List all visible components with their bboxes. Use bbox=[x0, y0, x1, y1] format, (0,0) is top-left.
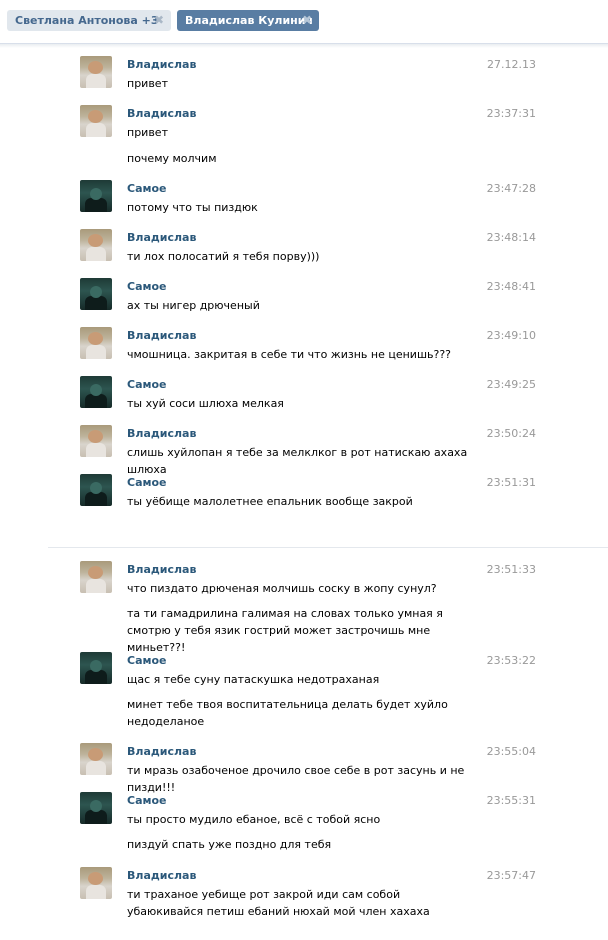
message-time[interactable]: 23:55:04 bbox=[487, 745, 536, 758]
message-author[interactable]: Самое bbox=[127, 378, 167, 391]
avatar[interactable] bbox=[80, 278, 112, 310]
close-icon[interactable]: ✖ bbox=[154, 10, 164, 31]
message-time[interactable]: 27.12.13 bbox=[487, 58, 536, 71]
message-time[interactable]: 23:51:31 bbox=[487, 476, 536, 489]
message-text: ти мразь озабоченое дрочило свое себе в … bbox=[127, 764, 465, 794]
avatar[interactable] bbox=[80, 376, 112, 408]
message-text: слишь хуйлопан я тебе за мелклког в рот … bbox=[127, 446, 468, 476]
avatar[interactable] bbox=[80, 792, 112, 824]
avatar[interactable] bbox=[80, 180, 112, 212]
message-text: ти траханое уебище рот закрой иди сам со… bbox=[127, 888, 430, 918]
tab-label: Светлана Антонова +3 bbox=[15, 14, 159, 27]
message-text: пиздуй спать уже поздно для тебя bbox=[127, 838, 332, 851]
message-text: что пиздато дрюченая молчишь соску в жоп… bbox=[127, 582, 437, 595]
message-time[interactable]: 23:55:31 bbox=[487, 794, 536, 807]
message-time[interactable]: 23:49:25 bbox=[487, 378, 536, 391]
tab-label: Владислав Кулинич bbox=[185, 14, 314, 27]
message-author[interactable]: Самое bbox=[127, 476, 167, 489]
avatar[interactable] bbox=[80, 425, 112, 457]
message-text: ты просто мудило ебаное, всё с тобой ясн… bbox=[127, 813, 381, 826]
avatar[interactable] bbox=[80, 105, 112, 137]
message-author[interactable]: Владислав bbox=[127, 107, 196, 120]
message-text: ах ты нигер дрюченый bbox=[127, 299, 260, 312]
message-text: ти лох полосатий я тебя порву))) bbox=[127, 250, 320, 263]
message-time[interactable]: 23:57:47 bbox=[487, 869, 536, 882]
avatar[interactable] bbox=[80, 561, 112, 593]
message-text: потому что ты пиздюк bbox=[127, 201, 258, 214]
message-text: минет тебе твоя воспитательница делать б… bbox=[127, 698, 448, 728]
message-time[interactable]: 23:50:24 bbox=[487, 427, 536, 440]
message-author[interactable]: Владислав bbox=[127, 329, 196, 342]
message-text: чмошница. закритая в себе ти что жизнь н… bbox=[127, 348, 452, 361]
message-time[interactable]: 23:48:41 bbox=[487, 280, 536, 293]
message-time[interactable]: 23:48:14 bbox=[487, 231, 536, 244]
message-text: почему молчим bbox=[127, 152, 217, 165]
message-author[interactable]: Владислав bbox=[127, 869, 196, 882]
message-text: та ти гамадрилина галимая на словах толь… bbox=[127, 607, 443, 654]
message-author[interactable]: Владислав bbox=[127, 427, 196, 440]
message-author[interactable]: Самое bbox=[127, 654, 167, 667]
message-author[interactable]: Самое bbox=[127, 182, 167, 195]
avatar[interactable] bbox=[80, 743, 112, 775]
message-time[interactable]: 23:47:28 bbox=[487, 182, 536, 195]
message-text: привет bbox=[127, 77, 168, 90]
message-author[interactable]: Самое bbox=[127, 280, 167, 293]
avatar[interactable] bbox=[80, 56, 112, 88]
message-author[interactable]: Владислав bbox=[127, 745, 196, 758]
dialog-tabs: Светлана Антонова +3 ✖ Владислав Кулинич… bbox=[0, 0, 608, 44]
message-author[interactable]: Самое bbox=[127, 794, 167, 807]
tab-group-chat[interactable]: Светлана Антонова +3 ✖ bbox=[7, 10, 171, 31]
message-author[interactable]: Владислав bbox=[127, 58, 196, 71]
message-divider bbox=[48, 547, 608, 548]
tabbar-shadow bbox=[0, 44, 608, 48]
tab-active-dialog[interactable]: Владислав Кулинич ✖ bbox=[177, 10, 319, 31]
message-text: щас я тебе суну патаскушка недотраханая bbox=[127, 673, 380, 686]
avatar[interactable] bbox=[80, 867, 112, 899]
avatar[interactable] bbox=[80, 474, 112, 506]
message-time[interactable]: 23:37:31 bbox=[487, 107, 536, 120]
message-text: ты хуй соси шлюха мелкая bbox=[127, 397, 284, 410]
message-time[interactable]: 23:53:22 bbox=[487, 654, 536, 667]
close-icon[interactable]: ✖ bbox=[302, 10, 312, 31]
avatar[interactable] bbox=[80, 652, 112, 684]
message-author[interactable]: Владислав bbox=[127, 563, 196, 576]
message-time[interactable]: 23:49:10 bbox=[487, 329, 536, 342]
avatar[interactable] bbox=[80, 229, 112, 261]
message-text: ты уёбище малолетнее епальник вообще зак… bbox=[127, 495, 413, 508]
message-time[interactable]: 23:51:33 bbox=[487, 563, 536, 576]
message-text: привет bbox=[127, 126, 168, 139]
message-author[interactable]: Владислав bbox=[127, 231, 196, 244]
avatar[interactable] bbox=[80, 327, 112, 359]
